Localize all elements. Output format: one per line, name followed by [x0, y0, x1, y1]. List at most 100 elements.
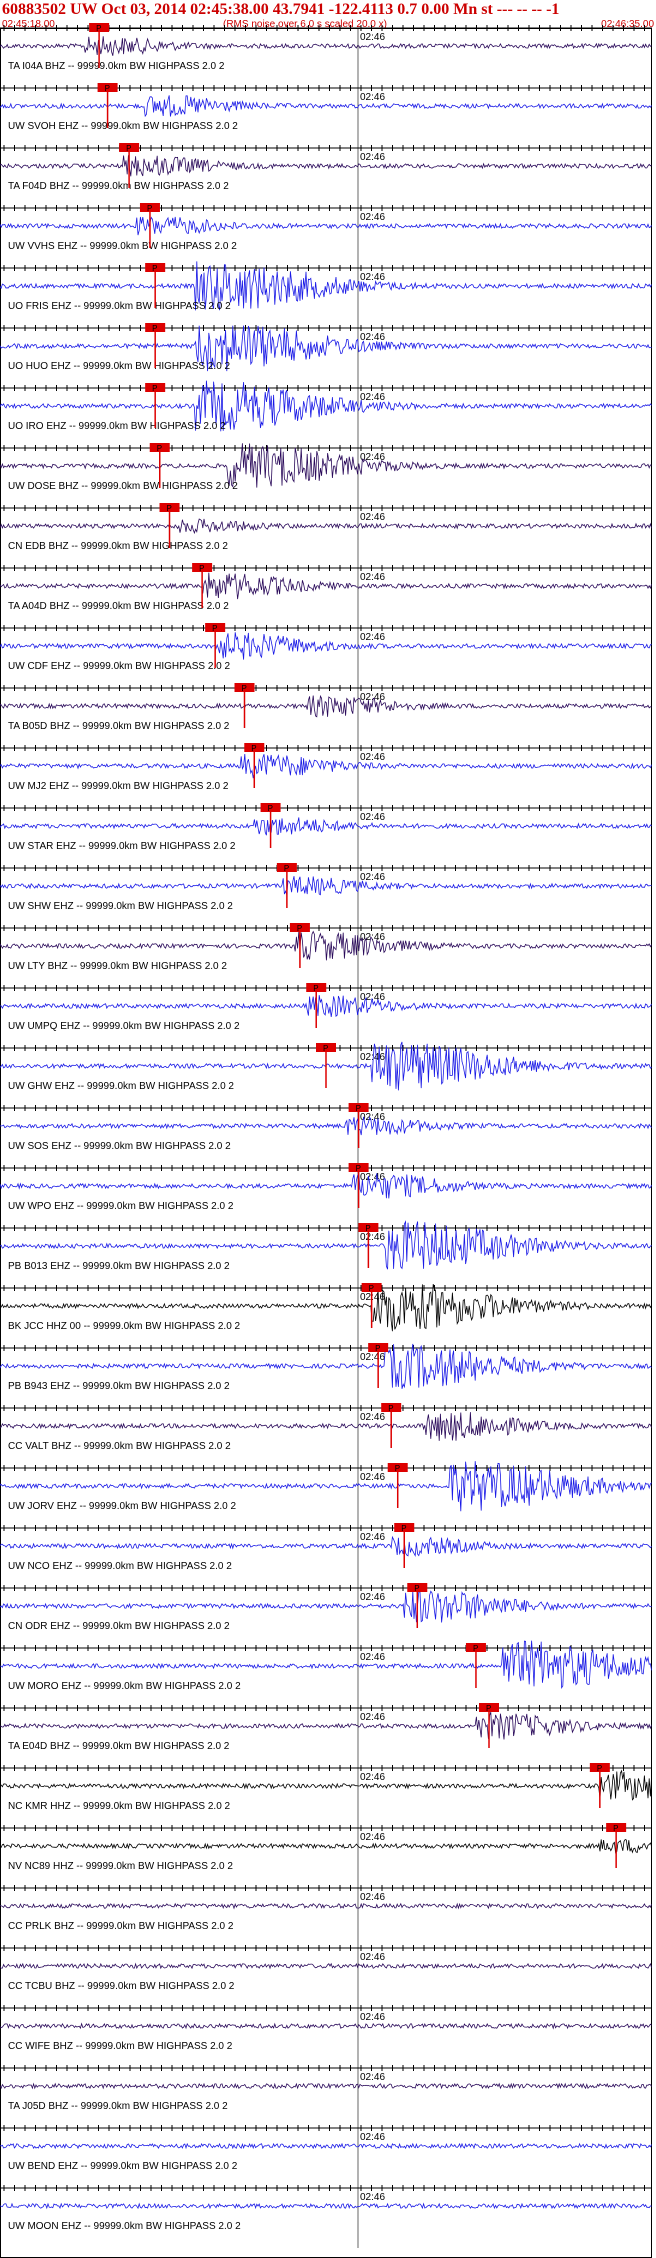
pick-label: P: [613, 1824, 618, 1833]
pick-label: P: [473, 1644, 478, 1653]
station-label: UW SVOH EHZ -- 99999.0km BW HIGHPASS 2.0…: [8, 121, 238, 132]
station-label: UW STAR EHZ -- 99999.0km BW HIGHPASS 2.0…: [8, 841, 236, 852]
waveform-trace: [0, 1962, 652, 1970]
waveform-trace: [0, 155, 652, 177]
waveform-trace: [0, 1839, 652, 1854]
pick-label: P: [369, 1284, 374, 1293]
station-label: UW MORO EHZ -- 99999.0km BW HIGHPASS 2.0…: [8, 1681, 241, 1692]
station-label: UW GHW EHZ -- 99999.0km BW HIGHPASS 2.0 …: [8, 1081, 234, 1092]
station-label: TA J05D BHZ -- 99999.0km BW HIGHPASS 2.0…: [8, 2101, 228, 2112]
pick-label: P: [356, 1164, 361, 1173]
pick-label: P: [395, 1464, 400, 1473]
waveform-trace: [0, 572, 652, 600]
minute-label: 02:46: [360, 632, 385, 643]
station-label: CC VALT BHZ -- 99999.0km BW HIGHPASS 2.0…: [8, 1441, 231, 1452]
minute-label: 02:46: [360, 1352, 385, 1363]
pick-label: P: [297, 924, 302, 933]
station-label: PB B943 EHZ -- 99999.0km BW HIGHPASS 2.0…: [8, 1381, 230, 1392]
minute-label: 02:46: [360, 872, 385, 883]
minute-label: 02:46: [360, 1952, 385, 1963]
minute-label: 02:46: [360, 1712, 385, 1723]
pick-label: P: [356, 1104, 361, 1113]
station-label: UW DOSE BHZ -- 99999.0km BW HIGHPASS 2.0…: [8, 481, 238, 492]
minute-label: 02:46: [360, 812, 385, 823]
station-label: TA I04A BHZ -- 99999.0km BW HIGHPASS 2.0…: [8, 61, 225, 72]
station-label: CC WIFE BHZ -- 99999.0km BW HIGHPASS 2.0…: [8, 2041, 233, 2052]
waveform-trace: [0, 1712, 652, 1740]
pick-label: P: [167, 504, 172, 513]
waveform-trace: [0, 36, 652, 56]
waveform-trace: [0, 1171, 652, 1199]
pick-label: P: [486, 1704, 491, 1713]
waveform-trace: [0, 1902, 652, 1910]
pick-label: P: [126, 144, 131, 153]
waveform-trace: [0, 216, 652, 236]
minute-label: 02:46: [360, 2072, 385, 2083]
waveform-trace: [0, 753, 652, 779]
waveform-trace: [0, 2022, 652, 2030]
minute-label: 02:46: [360, 1892, 385, 1903]
pick-label: P: [365, 1224, 370, 1233]
waveform-trace: [0, 1590, 652, 1623]
pick-label: P: [152, 264, 157, 273]
pick-label: P: [96, 24, 101, 33]
pick-label: P: [401, 1524, 406, 1533]
minute-label: 02:46: [360, 272, 385, 283]
pick-label: P: [157, 444, 162, 453]
waveform-trace: [0, 694, 652, 718]
pick-label: P: [313, 984, 318, 993]
station-label: UW WPO EHZ -- 99999.0km BW HIGHPASS 2.0 …: [8, 1201, 234, 1212]
station-label: BK JCC HHZ 00 -- 99999.0km BW HIGHPASS 2…: [8, 1321, 241, 1332]
pick-label: P: [242, 684, 247, 693]
station-label: UW MJ2 EHZ -- 99999.0km BW HIGHPASS 2.0 …: [8, 781, 229, 792]
minute-label: 02:46: [360, 92, 385, 103]
station-label: UW LTY BHZ -- 99999.0km BW HIGHPASS 2.0 …: [8, 961, 227, 972]
pick-label: P: [199, 564, 204, 573]
minute-label: 02:46: [360, 392, 385, 403]
waveform-trace: [0, 95, 652, 118]
minute-label: 02:46: [360, 1472, 385, 1483]
station-label: UW NCO EHZ -- 99999.0km BW HIGHPASS 2.0 …: [8, 1561, 232, 1572]
minute-label: 02:46: [360, 1232, 385, 1243]
station-label: TA B05D BHZ -- 99999.0km BW HIGHPASS 2.0…: [8, 721, 230, 732]
waveform-trace: [0, 1412, 652, 1441]
waveform-trace: [0, 2082, 652, 2090]
pick-label: P: [323, 1044, 328, 1053]
pick-label: P: [597, 1764, 602, 1773]
station-label: CC PRLK BHZ -- 99999.0km BW HIGHPASS 2.0…: [8, 1921, 234, 1932]
pick-label: P: [375, 1344, 380, 1353]
minute-label: 02:46: [360, 1292, 385, 1303]
station-label: TA F04D BHZ -- 99999.0km BW HIGHPASS 2.0…: [8, 181, 229, 192]
pick-label: P: [268, 804, 273, 813]
minute-label: 02:46: [360, 1772, 385, 1783]
waveform-trace: [0, 1116, 652, 1136]
waveform-trace: [0, 2202, 652, 2210]
minute-label: 02:46: [360, 212, 385, 223]
pick-label: P: [212, 624, 217, 633]
station-label: UW BEND EHZ -- 99999.0km BW HIGHPASS 2.0…: [8, 2161, 238, 2172]
waveform-trace: [0, 632, 652, 660]
waveform-trace: [0, 995, 652, 1018]
minute-label: 02:46: [360, 752, 385, 763]
waveform-trace: [0, 518, 652, 535]
pick-label: P: [105, 84, 110, 93]
minute-label: 02:46: [360, 2012, 385, 2023]
station-label: UO FRIS EHZ -- 99999.0km BW HIGHPASS 2.0…: [8, 301, 231, 312]
minute-label: 02:46: [360, 512, 385, 523]
station-label: UW JORV EHZ -- 99999.0km BW HIGHPASS 2.0…: [8, 1501, 236, 1512]
minute-label: 02:46: [360, 2192, 385, 2203]
pick-label: P: [152, 324, 157, 333]
station-label: UW SHW EHZ -- 99999.0km BW HIGHPASS 2.0 …: [8, 901, 233, 912]
minute-label: 02:46: [360, 2132, 385, 2143]
station-label: NC KMR HHZ -- 99999.0km BW HIGHPASS 2.0 …: [8, 1801, 231, 1812]
station-label: UW MOON EHZ -- 99999.0km BW HIGHPASS 2.0…: [8, 2221, 241, 2232]
station-label: UW CDF EHZ -- 99999.0km BW HIGHPASS 2.0 …: [8, 661, 231, 672]
waveform-trace: [0, 930, 652, 961]
waveform-trace: [0, 876, 652, 896]
minute-label: 02:46: [360, 1592, 385, 1603]
minute-label: 02:46: [360, 32, 385, 43]
pick-label: P: [388, 1404, 393, 1413]
station-label: CC TCBU BHZ -- 99999.0km BW HIGHPASS 2.0…: [8, 1981, 235, 1992]
minute-label: 02:46: [360, 152, 385, 163]
waveform-trace: [0, 1535, 652, 1557]
